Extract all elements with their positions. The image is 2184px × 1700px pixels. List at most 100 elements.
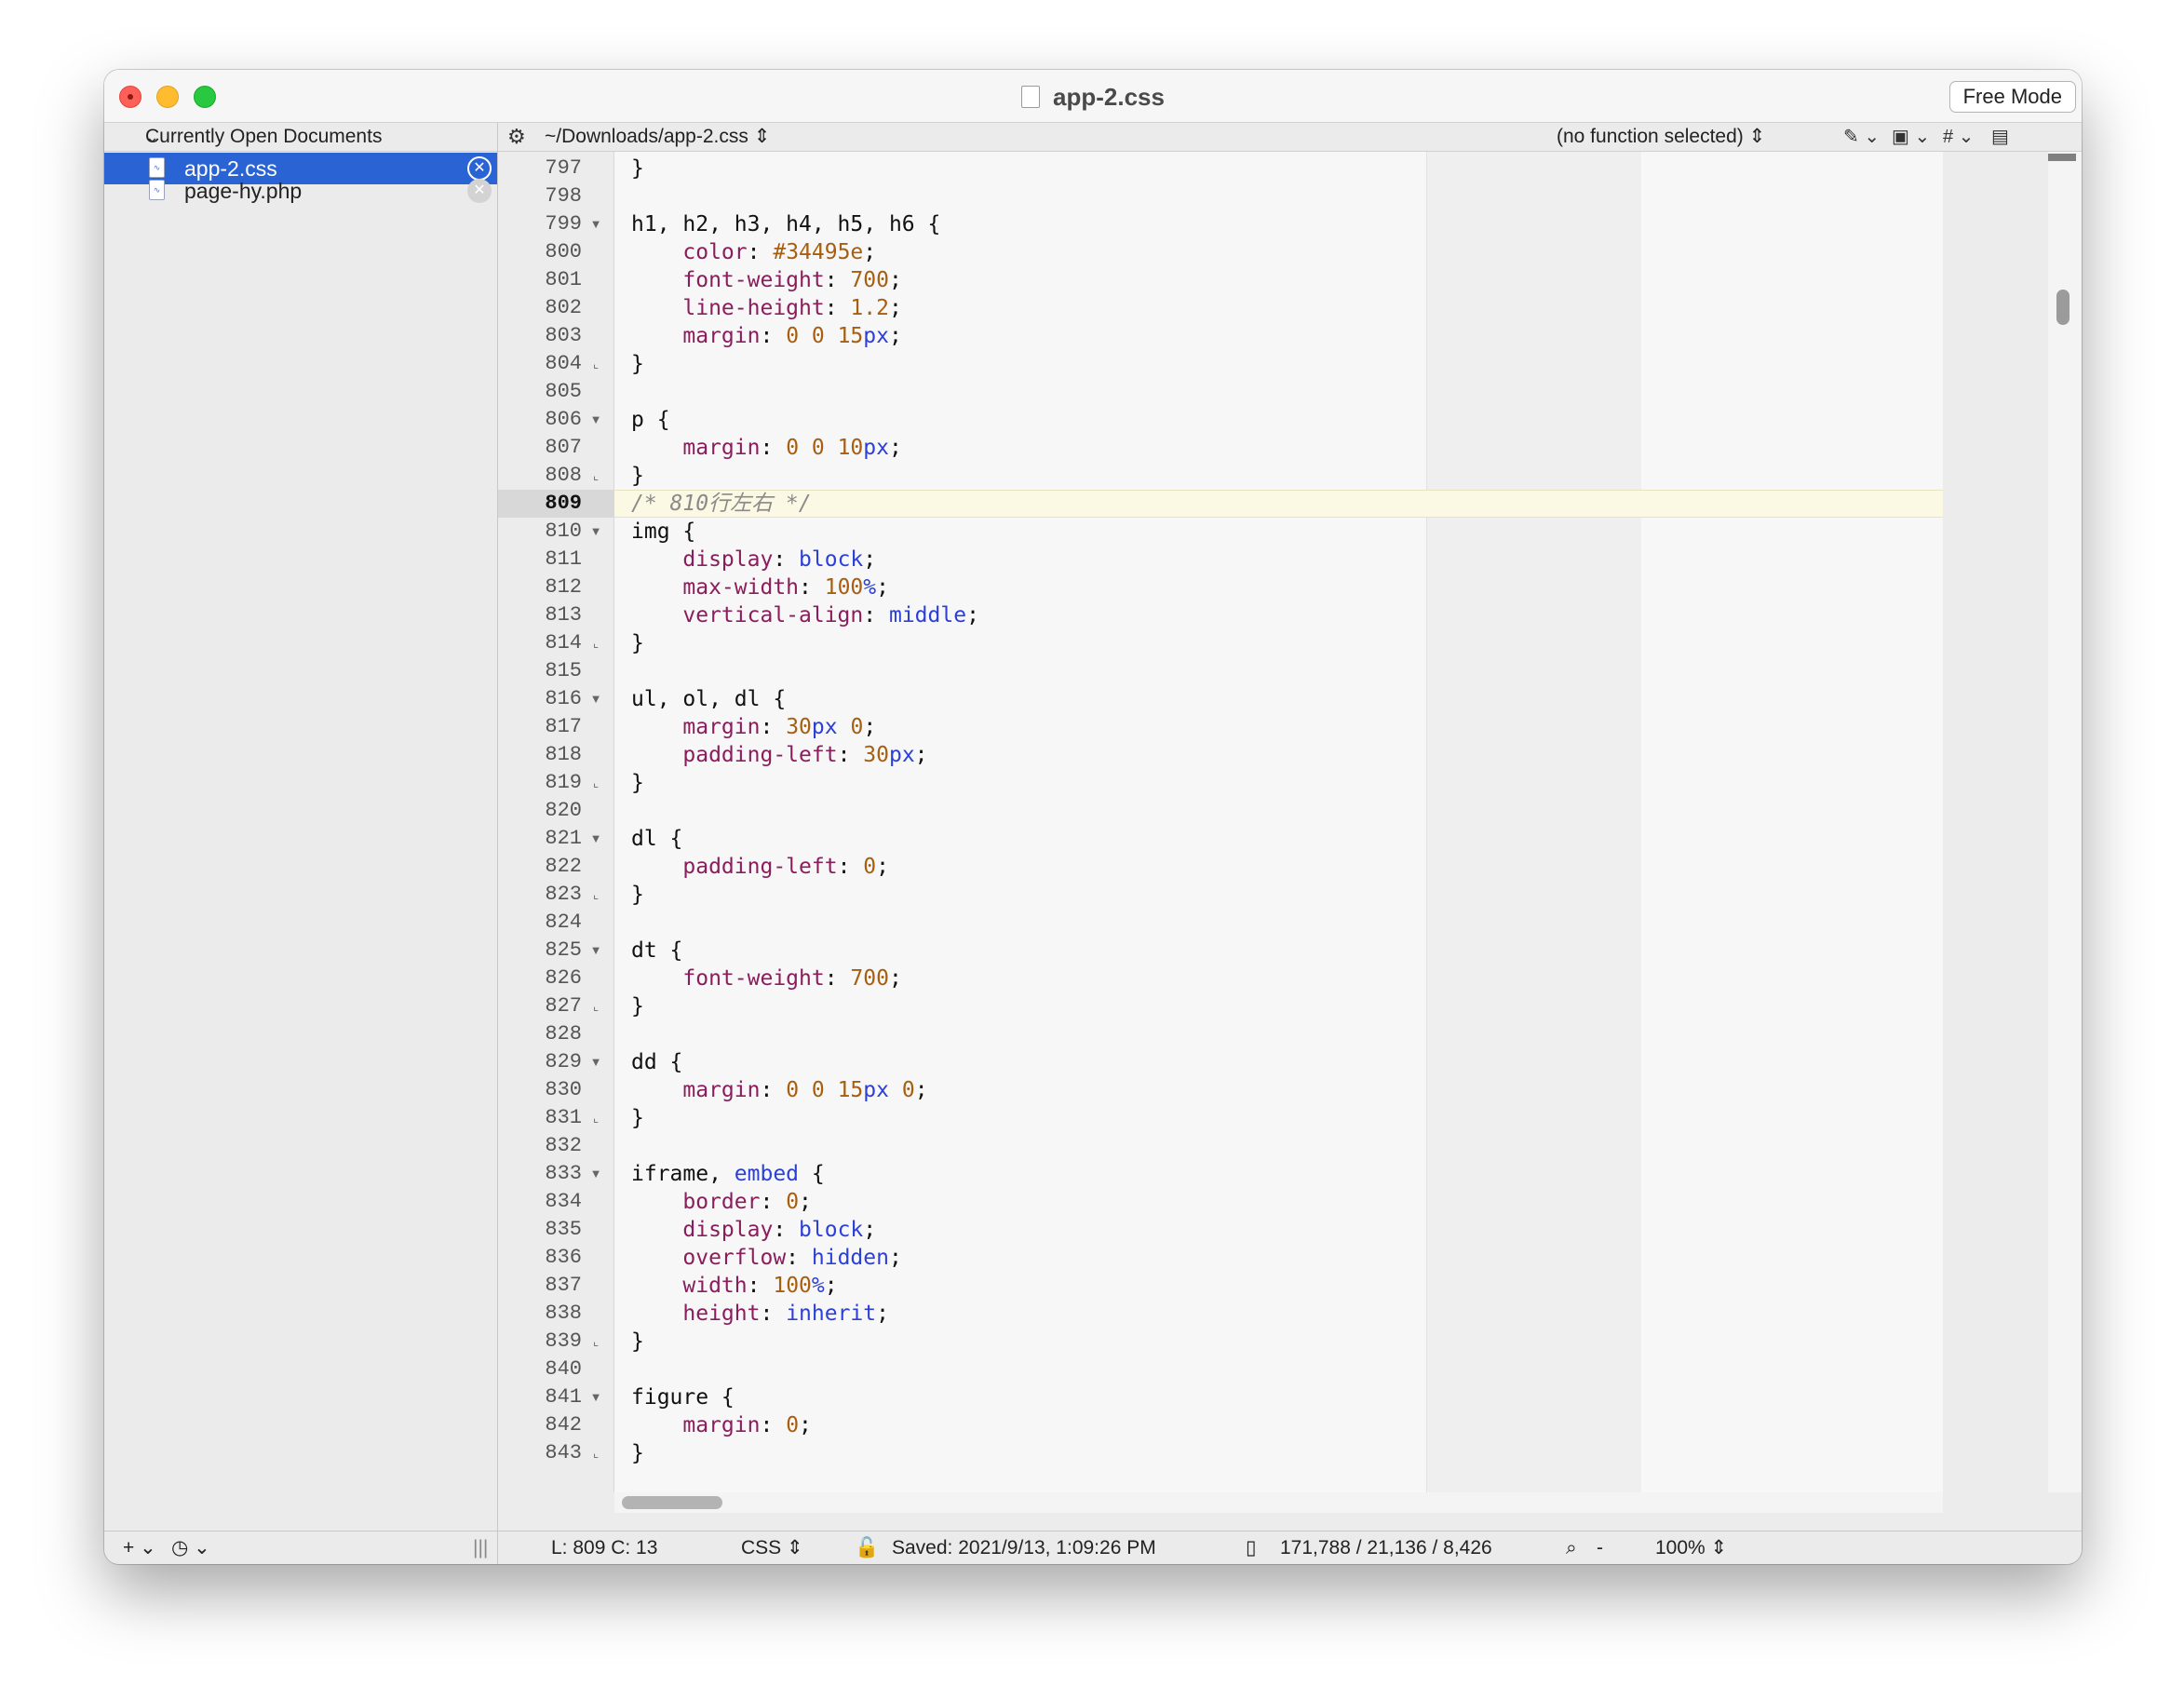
- line-number: 831: [545, 1106, 582, 1129]
- code-line: }: [631, 352, 644, 376]
- code-line: margin: 0 0 15px;: [682, 324, 902, 348]
- document-stats-icon: ▯: [1246, 1537, 1257, 1558]
- code-line: }: [631, 1106, 644, 1130]
- fold-toggle-icon[interactable]: ▼: [586, 937, 605, 965]
- vertical-scroll-thumb[interactable]: [2056, 290, 2069, 325]
- zoom-search-icon[interactable]: ⌕: [1566, 1531, 1577, 1564]
- add-button[interactable]: + ⌄: [123, 1531, 156, 1564]
- zoom-out-button[interactable]: -: [1597, 1531, 1603, 1564]
- fold-toggle-icon[interactable]: ▼: [586, 685, 605, 713]
- line-number: 841: [545, 1385, 582, 1409]
- open-documents-menu[interactable]: Currently Open Documents ⌄: [104, 123, 497, 152]
- code-line: }: [631, 771, 644, 795]
- code-line: margin: 0;: [682, 1413, 812, 1437]
- language-menu[interactable]: CSS ⇕: [741, 1531, 803, 1564]
- file-path: ~/Downloads/app-2.css: [545, 126, 748, 147]
- document-item-page-hy-php[interactable]: ∿ page-hy.php ✕: [104, 175, 497, 207]
- document-icon: [1021, 86, 1041, 108]
- line-number: 806: [545, 408, 582, 431]
- status-bar: + ⌄ ◷ ⌄ ||| L: 809 C: 13 CSS ⇕ 🔓 Saved: …: [104, 1531, 2082, 1564]
- horizontal-scrollbar[interactable]: [614, 1492, 1943, 1513]
- title-bar: app-2.css Free Mode: [104, 70, 2082, 123]
- fold-toggle-icon[interactable]: ▼: [586, 518, 605, 546]
- free-mode-button[interactable]: Free Mode: [1948, 81, 2076, 113]
- zoom-level: 100%: [1655, 1537, 1705, 1558]
- code-line: }: [631, 1441, 644, 1465]
- fold-toggle-icon[interactable]: ▼: [586, 210, 605, 238]
- code-line: margin: 30px 0;: [682, 715, 877, 739]
- code-line: display: block;: [682, 1218, 877, 1242]
- line-number: 837: [545, 1274, 582, 1297]
- code-line: margin: 0 0 10px;: [682, 436, 902, 460]
- scroll-marker: [2048, 154, 2076, 161]
- file-path-menu[interactable]: ~/Downloads/app-2.css ⇕: [545, 123, 770, 151]
- open-documents-sidebar: Currently Open Documents ⌄ ∿ app-2.css ✕…: [104, 123, 498, 1531]
- lock-icon[interactable]: 🔓: [855, 1531, 879, 1564]
- line-number: 818: [545, 743, 582, 766]
- line-number: 823: [545, 883, 582, 906]
- marker-menu-icon[interactable]: ✎ ⌄: [1843, 123, 1880, 151]
- chevron-down-icon: ⌄: [145, 128, 160, 146]
- cursor-position[interactable]: L: 809 C: 13: [551, 1531, 657, 1564]
- line-number: 832: [545, 1134, 582, 1157]
- window-title: app-2.css: [104, 83, 2082, 112]
- line-number: 838: [545, 1302, 582, 1325]
- code-line: }: [631, 994, 644, 1019]
- line-number: 812: [545, 575, 582, 599]
- code-line: margin: 0 0 15px 0;: [682, 1078, 928, 1102]
- document-name: page-hy.php: [184, 179, 303, 203]
- code-line: max-width: 100%;: [682, 575, 889, 600]
- code-line: dl {: [631, 827, 683, 851]
- code-line: font-weight: 700;: [682, 268, 902, 292]
- code-line: h1, h2, h3, h4, h5, h6 {: [631, 212, 941, 236]
- code-line: }: [631, 883, 644, 907]
- language-label: CSS: [741, 1537, 782, 1558]
- line-number: 829: [545, 1050, 582, 1073]
- php-file-icon: ∿: [149, 180, 165, 200]
- fold-toggle-icon[interactable]: ▼: [586, 1383, 605, 1411]
- fold-end-icon: ⌞: [592, 357, 600, 371]
- document-info-icon[interactable]: ▤: [1991, 123, 2009, 151]
- line-number: 807: [545, 436, 582, 459]
- code-line: height: inherit;: [682, 1302, 889, 1326]
- vertical-scrollbar[interactable]: [2048, 152, 2082, 1492]
- fold-toggle-icon[interactable]: ▼: [586, 1160, 605, 1188]
- fold-end-icon: ⌞: [592, 887, 600, 901]
- code-line: padding-left: 0;: [682, 855, 889, 879]
- saved-status: Saved: 2021/9/13, 1:09:26 PM: [892, 1537, 1156, 1558]
- clippings-menu-icon[interactable]: ▣ ⌄: [1892, 123, 1930, 151]
- code-line: ul, ol, dl {: [631, 687, 787, 711]
- divider: [497, 1531, 498, 1564]
- gear-icon[interactable]: ⚙: [507, 123, 526, 151]
- line-number: 833: [545, 1162, 582, 1185]
- code-line: }: [631, 156, 644, 181]
- fold-end-icon: ⌞: [592, 1111, 600, 1125]
- line-number: 816: [545, 687, 582, 710]
- horizontal-scroll-thumb[interactable]: [622, 1496, 722, 1509]
- fold-end-icon: ⌞: [592, 1446, 600, 1460]
- fold-toggle-icon[interactable]: ▼: [586, 1048, 605, 1076]
- code-line: padding-left: 30px;: [682, 743, 928, 767]
- zoom-level-menu[interactable]: 100% ⇕: [1655, 1531, 1727, 1564]
- code-line: width: 100%;: [682, 1274, 838, 1298]
- jump-menu-icon[interactable]: # ⌄: [1943, 123, 1974, 151]
- sidebar-resize-handle[interactable]: |||: [473, 1531, 488, 1564]
- code-line: img {: [631, 519, 696, 544]
- code-line: p {: [631, 408, 670, 432]
- fold-toggle-icon[interactable]: ▼: [586, 406, 605, 434]
- function-menu[interactable]: (no function selected) ⇕: [1557, 123, 1765, 151]
- document-stats[interactable]: 171,788 / 21,136 / 8,426: [1280, 1531, 1492, 1564]
- line-number: 828: [545, 1022, 582, 1046]
- line-number: 800: [545, 240, 582, 263]
- line-number: 817: [545, 715, 582, 738]
- code-line: overflow: hidden;: [682, 1246, 902, 1270]
- line-number: 803: [545, 324, 582, 347]
- fold-toggle-icon[interactable]: ▼: [586, 825, 605, 853]
- line-number: 811: [545, 547, 582, 571]
- close-document-icon[interactable]: ✕: [467, 179, 492, 203]
- code-line: line-height: 1.2;: [682, 296, 902, 320]
- history-icon[interactable]: ◷ ⌄: [171, 1531, 210, 1564]
- code-line: }: [631, 631, 644, 655]
- line-number: 799: [545, 212, 582, 236]
- line-number: 827: [545, 994, 582, 1018]
